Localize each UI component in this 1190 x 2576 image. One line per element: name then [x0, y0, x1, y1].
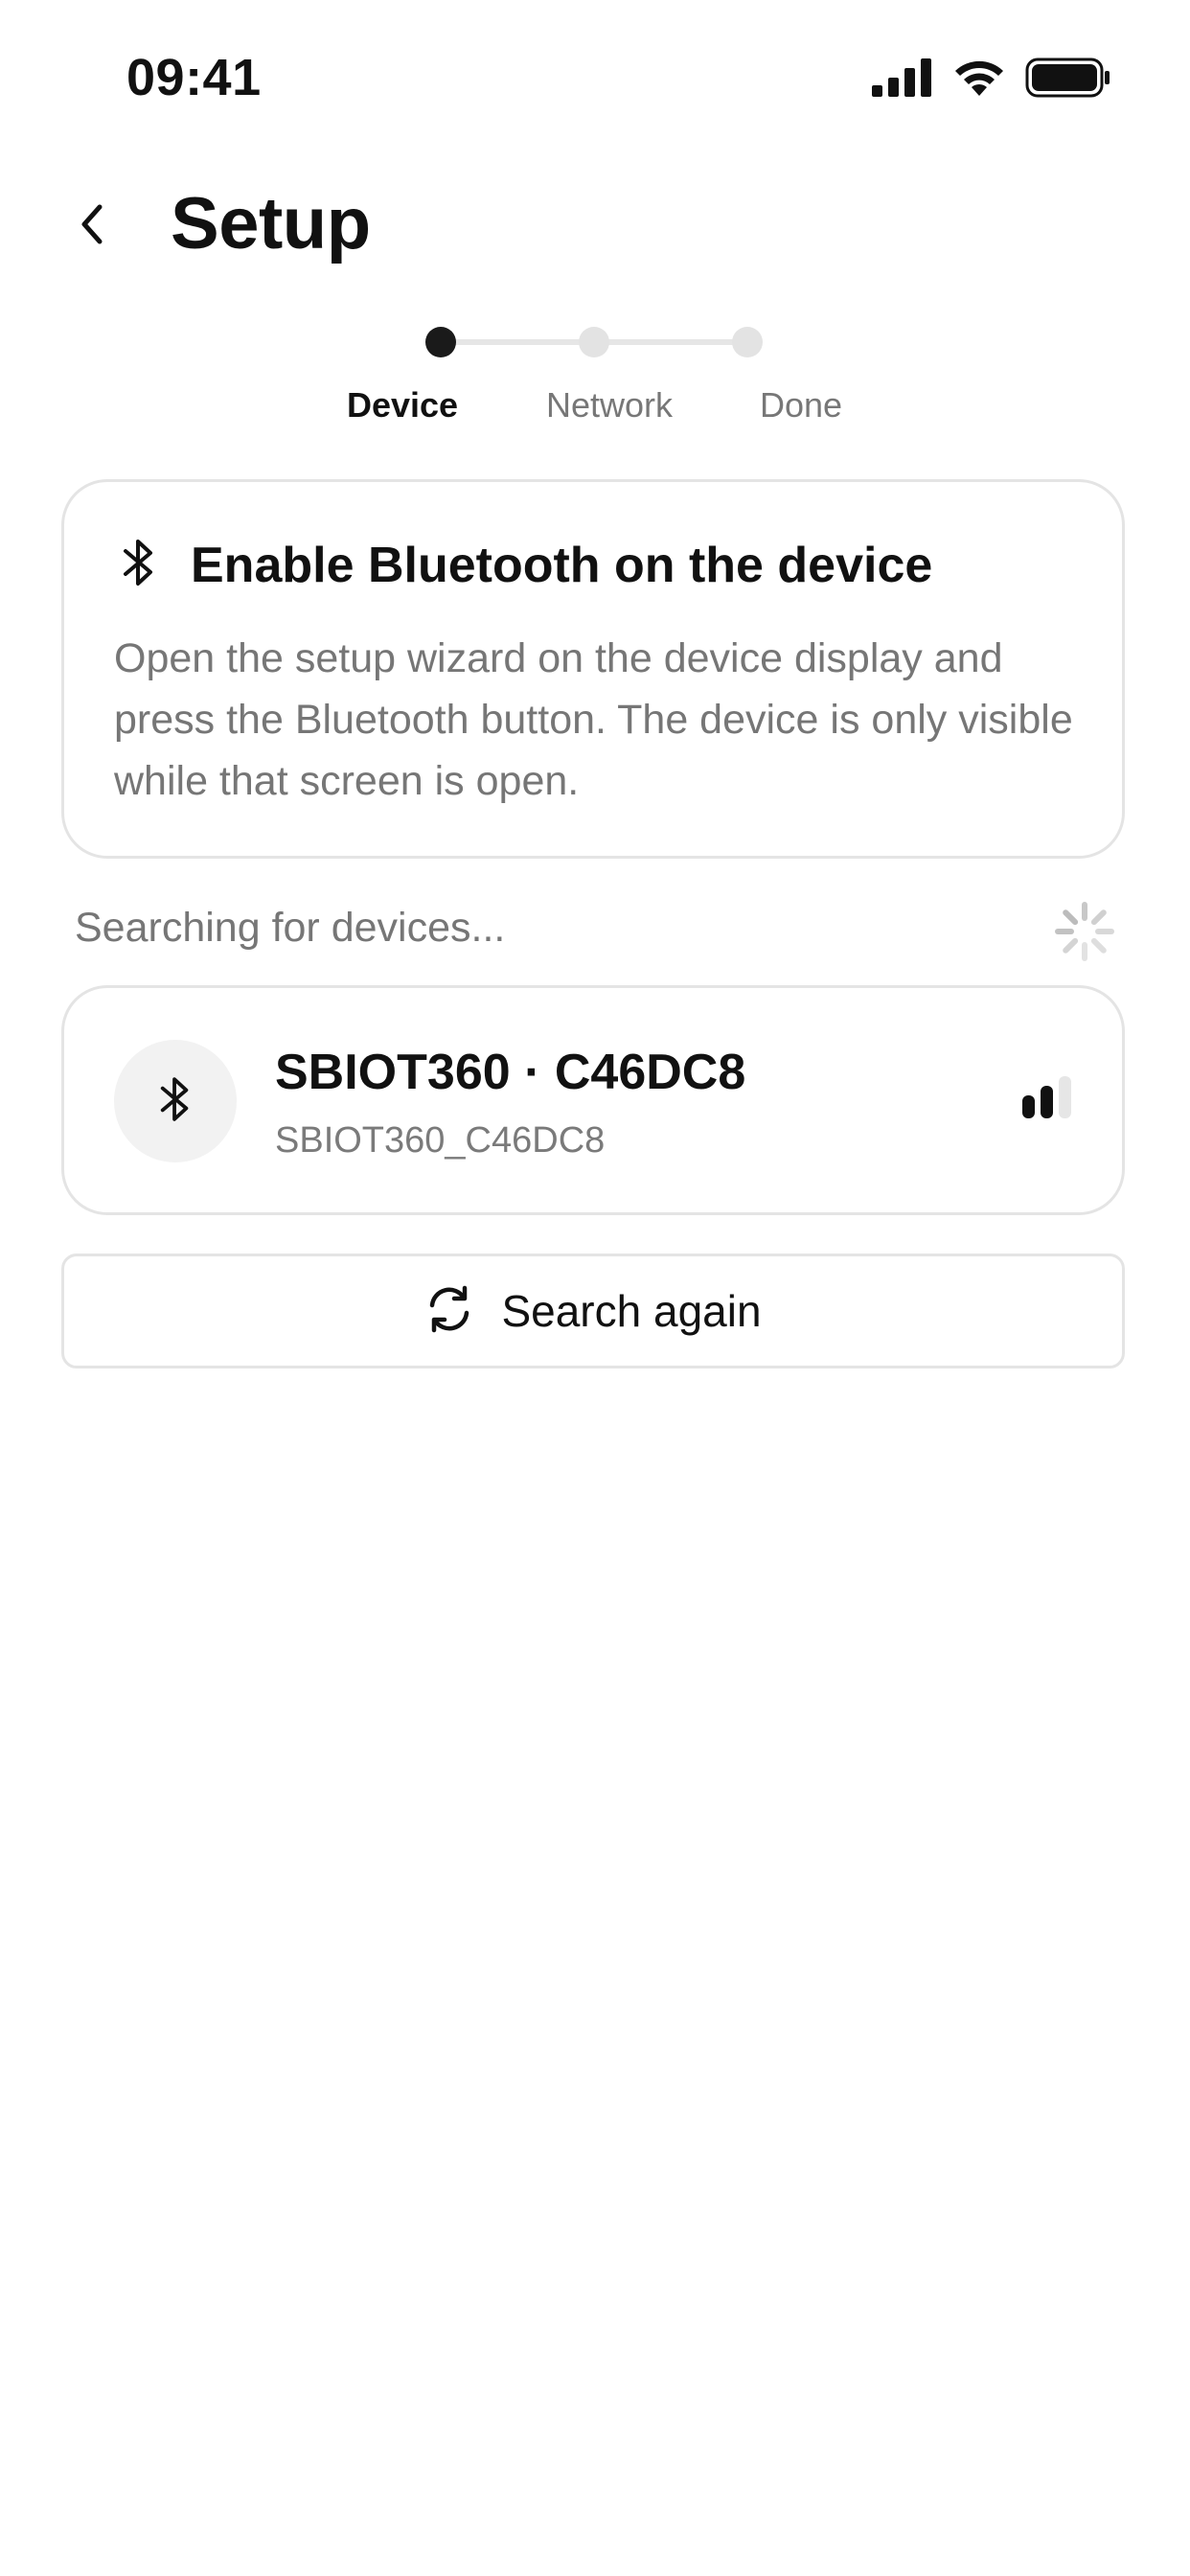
info-description: Open the setup wizard on the device disp… [114, 635, 1073, 804]
step-dot-done [732, 327, 763, 357]
device-identifier: SBIOT360_C46DC8 [275, 1120, 606, 1161]
step-connector [594, 339, 747, 345]
back-button[interactable] [57, 192, 126, 261]
bluetooth-icon [157, 1073, 194, 1130]
cellular-signal-icon [872, 58, 933, 102]
status-icons [872, 58, 1111, 103]
signal-strength-icon [1020, 1076, 1074, 1118]
refresh-icon [424, 1284, 474, 1339]
device-list-item[interactable]: SBIOT360 · C46DC8 SBIOT360_C46DC8 [61, 985, 1125, 1215]
chevron-left-icon [73, 201, 111, 252]
bluetooth-icon [120, 536, 158, 594]
page-title: Setup [171, 183, 371, 264]
searching-status: Searching for devices... [75, 905, 506, 951]
info-title: Enable Bluetooth on the device [191, 537, 933, 593]
device-avatar [114, 1040, 237, 1162]
step-label-network: Network [545, 385, 674, 425]
search-again-button[interactable]: Search again [61, 1254, 1125, 1368]
bluetooth-instructions-card: Enable Bluetooth on the device Open the … [61, 479, 1125, 859]
loading-spinner-icon [1054, 901, 1115, 962]
search-again-label: Search again [501, 1286, 762, 1336]
device-name: SBIOT360 · C46DC8 [275, 1045, 746, 1100]
status-bar: 09:41 [0, 0, 1190, 153]
header: Setup [0, 172, 1190, 278]
step-label-done: Done [759, 385, 843, 425]
status-time: 09:41 [126, 49, 262, 106]
step-dot-network [579, 327, 609, 357]
info-title-row: Enable Bluetooth on the device [120, 536, 932, 594]
setup-stepper: Device Network Done [0, 318, 1190, 433]
searching-row: Searching for devices... [75, 901, 1115, 961]
step-label-device: Device [346, 385, 459, 425]
battery-icon [1025, 58, 1111, 103]
wifi-icon [952, 58, 1006, 103]
step-connector [441, 339, 594, 345]
step-dot-device [425, 327, 456, 357]
